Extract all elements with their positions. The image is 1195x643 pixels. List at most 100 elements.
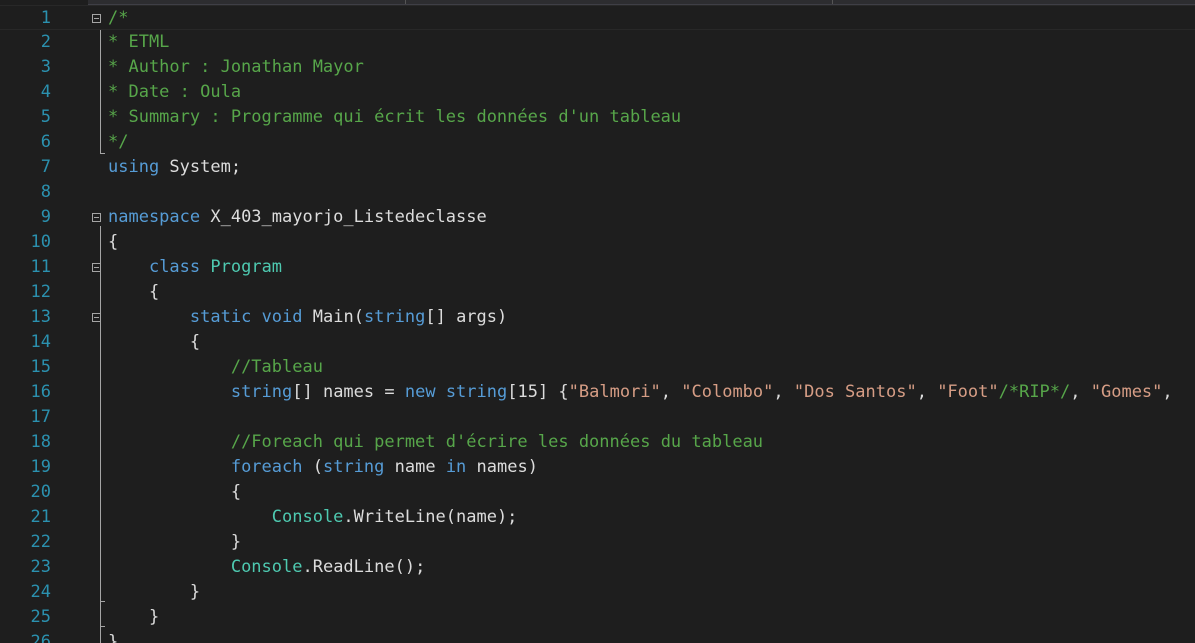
code-line[interactable]: 9 namespace X_403_mayorjo_Listedeclasse [0, 205, 1195, 230]
code-token: string [445, 382, 508, 402]
line-number: 18 [30, 432, 51, 452]
code-text: * Summary : Programme qui écrit les donn… [108, 105, 681, 130]
code-token: * Summary : Programme qui écrit les donn… [108, 107, 682, 127]
code-token: , [660, 382, 682, 402]
code-token: "Gomes" [1090, 382, 1163, 402]
code-text: { [108, 480, 241, 505]
code-line[interactable]: 25 } [0, 605, 1195, 630]
code-token: "Foot" [937, 382, 999, 402]
code-line[interactable]: 19 foreach (string name in names) [0, 455, 1195, 480]
code-token: foreach [230, 457, 303, 477]
code-token: , [1070, 382, 1091, 402]
code-text: * ETML [108, 30, 169, 55]
code-line[interactable]: 1 /* [0, 5, 1195, 30]
code-line[interactable]: 18 //Foreach qui permet d'écrire les don… [0, 430, 1195, 455]
code-line[interactable]: 5 * Summary : Programme qui écrit les don… [0, 105, 1195, 130]
code-token: class [148, 257, 201, 277]
code-token: { [108, 282, 160, 302]
line-number: 20 [30, 482, 51, 502]
code-token: [15] { [507, 382, 569, 402]
code-token: /* [108, 8, 129, 28]
code-line[interactable]: 8 [0, 180, 1195, 205]
code-line[interactable]: 14 { [0, 330, 1195, 355]
code-line[interactable]: 3 * Author : Jonathan Mayor [0, 55, 1195, 80]
line-number: 16 [30, 382, 51, 402]
code-editor[interactable]: 1 /* 2 * ETML 3 * Author : Jonathan Mayor 4 * D… [0, 0, 1195, 643]
code-token: //Tableau [230, 357, 323, 377]
code-token: names) [466, 457, 538, 477]
collapse-toggle-icon[interactable] [92, 14, 101, 23]
collapse-toggle-icon[interactable] [92, 213, 101, 222]
code-line[interactable]: 10 { [0, 230, 1195, 255]
code-line[interactable]: 21 Console.WriteLine(name); [0, 505, 1195, 530]
code-token: new [404, 382, 436, 402]
code-token: * Date : Oula [108, 82, 242, 102]
code-token: void [261, 307, 303, 327]
line-number: 15 [30, 357, 51, 377]
collapse-toggle-icon[interactable] [92, 263, 101, 272]
code-token: static [189, 307, 252, 327]
code-line[interactable]: 16 string[] names = new string[15] {"Bal… [0, 380, 1195, 405]
code-token: Console [230, 557, 303, 577]
code-line[interactable]: 2 * ETML [0, 30, 1195, 55]
code-token: /*RIP*/ [998, 382, 1071, 402]
line-number: 2 [40, 32, 51, 52]
code-token: * ETML [108, 32, 170, 52]
line-number: 14 [30, 332, 51, 352]
code-text: /* [108, 6, 128, 31]
code-text: string[] names = new string[15] {"Balmor… [108, 380, 1173, 405]
code-text: Console.WriteLine(name); [108, 505, 518, 530]
code-line[interactable]: 11 class Program [0, 255, 1195, 280]
code-text: } [108, 530, 241, 555]
code-text: } [108, 580, 200, 605]
line-number: 25 [30, 607, 51, 627]
code-token: } [108, 582, 201, 602]
code-token: System; [159, 157, 242, 177]
code-token: Console [271, 507, 344, 527]
line-number: 4 [40, 82, 51, 102]
code-line[interactable]: 12 { [0, 280, 1195, 305]
code-token: } [108, 607, 160, 627]
code-line[interactable]: 13 static void Main(string[] args) [0, 305, 1195, 330]
code-token: } [108, 632, 119, 643]
code-line[interactable]: 26} [0, 630, 1195, 643]
code-text: } [108, 630, 118, 643]
code-text: foreach (string name in names) [108, 455, 538, 480]
code-token: , [916, 382, 938, 402]
code-token: string [363, 307, 426, 327]
code-text: { [108, 280, 159, 305]
line-number: 26 [30, 632, 51, 643]
code-line[interactable]: 22 } [0, 530, 1195, 555]
code-token: , [1162, 382, 1173, 402]
code-text: */ [108, 130, 128, 155]
code-line[interactable]: 23 Console.ReadLine(); [0, 555, 1195, 580]
code-line[interactable]: 17 [0, 405, 1195, 430]
code-line[interactable]: 20 { [0, 480, 1195, 505]
collapse-toggle-icon[interactable] [92, 313, 101, 322]
code-line[interactable]: 4 * Date : Oula [0, 80, 1195, 105]
code-line[interactable]: 6 */ [0, 130, 1195, 155]
tab-separator [405, 0, 406, 4]
code-token: namespace [108, 207, 201, 227]
code-line[interactable]: 15 //Tableau [0, 355, 1195, 380]
code-token: * Author : Jonathan Mayor [108, 57, 364, 77]
code-token: { [108, 232, 119, 252]
line-number: 5 [40, 107, 51, 127]
code-token: .WriteLine(name); [343, 507, 518, 527]
code-line[interactable]: 24 } [0, 580, 1195, 605]
code-token: X_403_mayorjo_Listedeclasse [200, 207, 487, 227]
code-token: [] names = [292, 382, 405, 402]
code-token: "Colombo" [681, 382, 774, 402]
code-line[interactable]: 7 using System; [0, 155, 1195, 180]
code-text: class Program [108, 255, 282, 280]
code-token: "Balmori" [568, 382, 661, 402]
